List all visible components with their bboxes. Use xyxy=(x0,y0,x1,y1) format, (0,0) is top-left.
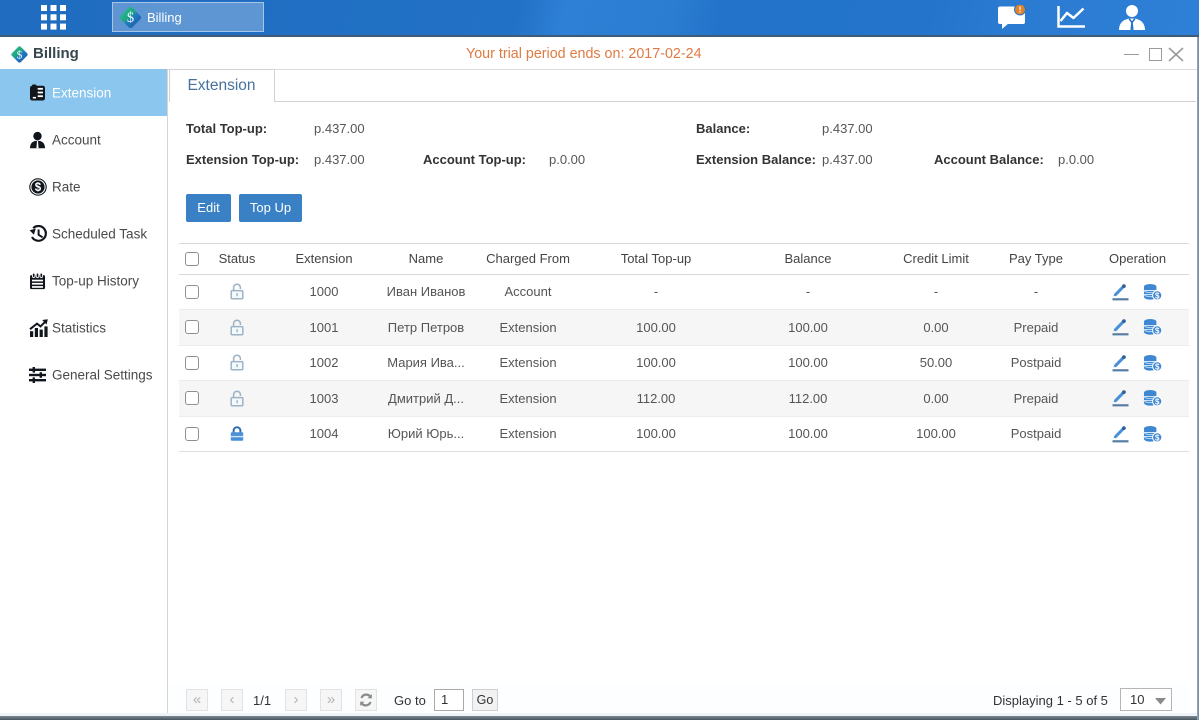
svg-text:$: $ xyxy=(127,10,134,26)
svg-text:$: $ xyxy=(35,182,42,194)
svg-text:!: ! xyxy=(1019,5,1022,15)
svg-text:$: $ xyxy=(17,48,23,61)
